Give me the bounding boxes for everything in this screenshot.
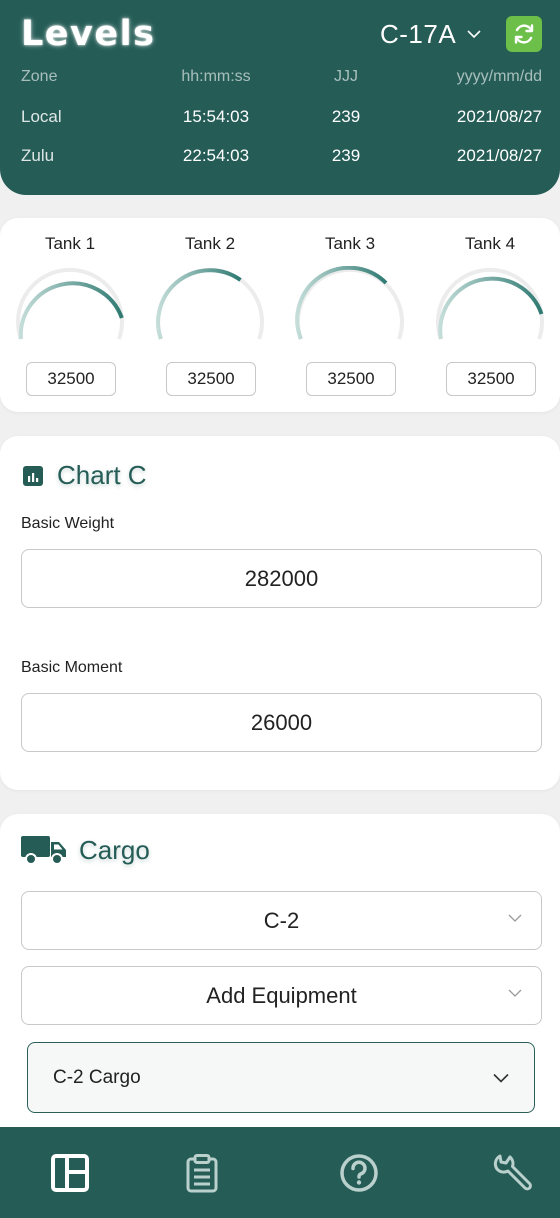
- table-row: Local 15:54:03 239 2021/08/27: [0, 105, 560, 144]
- column-header: JJJ: [334, 68, 358, 85]
- app-header: Levels C-17A Zone hh:mm:ss JJJ yyyy/mm/d…: [0, 0, 560, 195]
- chevron-down-icon: [493, 1073, 509, 1083]
- tank-label: Tank 4: [464, 234, 516, 253]
- dashboard-icon: [51, 1153, 89, 1192]
- table-row: Zulu 22:54:03 239 2021/08/27: [0, 144, 560, 183]
- app-title: Levels: [21, 14, 156, 54]
- tank-value-input[interactable]: 32500: [446, 362, 536, 396]
- tank-gauge: [295, 266, 404, 340]
- nav-dashboard[interactable]: [0, 1127, 140, 1218]
- help-icon: [340, 1153, 378, 1192]
- refresh-icon: [514, 24, 534, 44]
- tank-1: Tank 1 32500: [0, 218, 140, 412]
- column-header: yyyy/mm/dd: [456, 68, 542, 85]
- truck-icon: [21, 836, 66, 865]
- aircraft-select[interactable]: C-17A: [380, 17, 482, 51]
- refresh-button[interactable]: [506, 16, 542, 52]
- tank-gauge: [16, 267, 124, 340]
- cargo-header: Cargo: [21, 834, 150, 866]
- zone-cell: Zulu: [21, 146, 55, 165]
- bottom-nav: [0, 1127, 560, 1218]
- chevron-down-icon: [508, 914, 522, 922]
- tank-value-input[interactable]: 32500: [26, 362, 116, 396]
- nav-settings[interactable]: [442, 1127, 560, 1218]
- clipboard-icon: [186, 1153, 218, 1192]
- time-cell: 22:54:03: [182, 146, 250, 165]
- date-cell: 2021/08/27: [456, 107, 542, 126]
- column-header: Zone: [21, 68, 58, 85]
- accordion-label: C-2 Cargo: [53, 1067, 141, 1088]
- chart-c-card: Chart C Basic Weight 282000 Basic Moment…: [0, 436, 560, 790]
- basic-weight-label: Basic Weight: [21, 515, 115, 532]
- chevron-down-icon: [508, 989, 522, 997]
- tank-value-input[interactable]: 32500: [306, 362, 396, 396]
- add-equipment-select[interactable]: Add Equipment: [21, 966, 542, 1025]
- select-value: C-2: [263, 908, 300, 933]
- julian-cell: 239: [331, 146, 361, 165]
- cargo-aircraft-select[interactable]: C-2: [21, 891, 542, 950]
- section-title: Chart C: [57, 460, 147, 490]
- tank-4: Tank 4 32500: [420, 218, 560, 412]
- nav-help[interactable]: [289, 1127, 429, 1218]
- tank-label: Tank 2: [184, 234, 236, 253]
- tank-value-input[interactable]: 32500: [166, 362, 256, 396]
- tank-gauge: [436, 267, 544, 340]
- bar-chart-icon: [23, 465, 43, 486]
- tank-label: Tank 1: [44, 234, 96, 253]
- tanks-card: Tank 1 32500 Tank 2 32500 Tank 3 32500 T…: [0, 218, 560, 412]
- basic-weight-input[interactable]: 282000: [21, 549, 542, 608]
- nav-clipboard[interactable]: [132, 1127, 272, 1218]
- tank-gauge: [156, 267, 264, 340]
- time-cell: 15:54:03: [182, 107, 250, 126]
- wrench-icon: [493, 1154, 532, 1190]
- tank-3: Tank 3 32500: [280, 218, 420, 412]
- chart-c-header: Chart C: [21, 460, 147, 491]
- date-cell: 2021/08/27: [456, 146, 542, 165]
- cargo-accordion[interactable]: C-2 Cargo: [27, 1042, 535, 1113]
- time-table: Zone hh:mm:ss JJJ yyyy/mm/dd Local 15:54…: [0, 66, 560, 183]
- tank-2: Tank 2 32500: [140, 218, 280, 412]
- time-table-header: Zone hh:mm:ss JJJ yyyy/mm/dd: [0, 66, 560, 105]
- select-value: Add Equipment: [206, 983, 357, 1008]
- column-header: hh:mm:ss: [181, 68, 251, 85]
- zone-cell: Local: [21, 107, 62, 126]
- julian-cell: 239: [331, 107, 361, 126]
- tank-label: Tank 3: [324, 234, 376, 253]
- section-title: Cargo: [79, 834, 150, 865]
- basic-moment-input[interactable]: 26000: [21, 693, 542, 752]
- chevron-down-icon: [467, 30, 481, 39]
- aircraft-label: C-17A: [380, 18, 457, 49]
- basic-moment-label: Basic Moment: [21, 659, 123, 676]
